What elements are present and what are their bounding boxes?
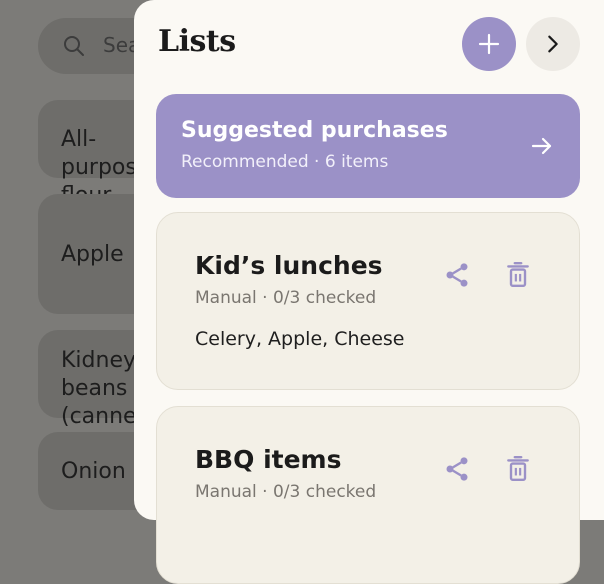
list-name: BBQ items xyxy=(195,445,342,474)
ingredient-name: Onion xyxy=(61,459,126,484)
list-card[interactable]: BBQ items Manual · 0/3 checked xyxy=(156,406,580,584)
plus-icon xyxy=(478,33,500,55)
panel-title: Lists xyxy=(158,24,236,59)
add-list-button[interactable] xyxy=(462,17,516,71)
search-icon xyxy=(64,36,84,56)
suggested-purchases-card[interactable]: Suggested purchases Recommended · 6 item… xyxy=(156,94,580,198)
list-meta: Manual · 0/3 checked xyxy=(195,288,377,308)
trash-icon[interactable] xyxy=(505,261,531,289)
suggested-subtitle: Recommended · 6 items xyxy=(181,152,389,172)
list-items: Celery, Apple, Cheese xyxy=(195,328,405,350)
suggested-title: Suggested purchases xyxy=(181,118,448,143)
arrow-right-icon xyxy=(531,137,552,155)
share-icon[interactable] xyxy=(443,455,471,483)
trash-icon[interactable] xyxy=(505,455,531,483)
ingredient-name: Apple xyxy=(61,242,124,267)
list-meta: Manual · 0/3 checked xyxy=(195,482,377,502)
lists-panel: Lists Suggested purchases Recommended · … xyxy=(134,0,604,584)
chevron-right-icon xyxy=(548,35,558,53)
close-panel-button[interactable] xyxy=(526,17,580,71)
list-name: Kid’s lunches xyxy=(195,251,383,280)
share-icon[interactable] xyxy=(443,261,471,289)
list-card[interactable]: Kid’s lunches Manual · 0/3 checked Celer… xyxy=(156,212,580,390)
